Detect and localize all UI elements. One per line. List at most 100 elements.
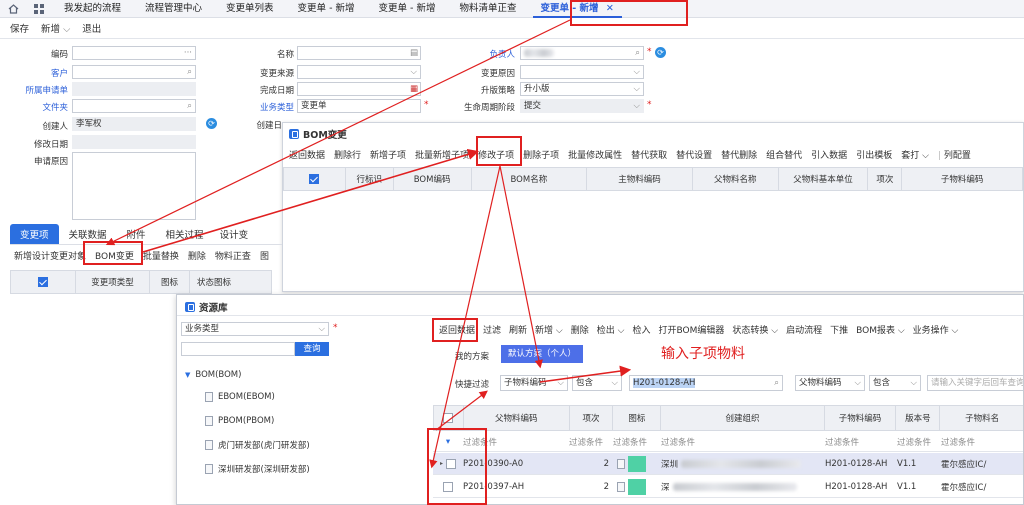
tree-item-humen[interactable]: 虎门研发部(虎门研发部)	[205, 435, 310, 455]
tab-my-processes[interactable]: 我发起的流程	[52, 0, 133, 18]
tab-change-new-2[interactable]: 变更单 - 新增	[367, 0, 448, 18]
bom-btn-modify-child[interactable]: 修改子项	[478, 148, 514, 161]
table-row[interactable]: P201-0397-AH 2 深 H201-0128-AH V1.1 霍尔感应I…	[433, 476, 1023, 498]
exit-button[interactable]: 退出	[82, 21, 101, 35]
bom-btn-delete-child[interactable]: 删除子项	[523, 148, 559, 161]
bom-btn-combo-sub[interactable]: 组合替代	[766, 148, 802, 161]
tree-search-input[interactable]	[181, 342, 295, 356]
tab-change-new-1[interactable]: 变更单 - 新增	[286, 0, 367, 18]
close-icon[interactable]: ✕	[606, 3, 614, 14]
source-select[interactable]: ⌵	[297, 65, 421, 79]
checkbox-icon[interactable]	[443, 413, 454, 423]
new-button[interactable]: 新增 ⌵	[41, 21, 70, 35]
bom-btn-delete-row[interactable]: 删除行	[334, 148, 361, 161]
res-btn-open-editor[interactable]: 打开BOM编辑器	[658, 323, 724, 336]
reason-textarea[interactable]	[72, 152, 196, 220]
folder-input[interactable]: ⌕	[72, 99, 196, 113]
row-select[interactable]	[433, 481, 463, 492]
filter-op1-select[interactable]: 包含 ⌵	[572, 375, 622, 391]
save-button[interactable]: 保存	[10, 21, 29, 35]
tab-bom-query[interactable]: 物料清单正查	[447, 0, 528, 18]
finish-date-input[interactable]: ▦	[297, 82, 421, 96]
tab-design-change[interactable]: 设计变	[214, 224, 255, 244]
batch-replace-button[interactable]: 批量替换	[143, 249, 179, 262]
tree-item-ebom[interactable]: EBOM(EBOM)	[205, 387, 275, 407]
filter-funnel-icon[interactable]: ▾	[433, 437, 463, 447]
filter-cell-org[interactable]: 过滤条件	[661, 436, 825, 448]
bom-btn-import[interactable]: 引入数据	[811, 148, 847, 161]
bom-btn-sub-get[interactable]: 替代获取	[631, 148, 667, 161]
tree-root[interactable]: ▼ BOM(BOM)	[185, 365, 241, 385]
row-select[interactable]: ▸	[433, 458, 463, 469]
tab-related-process[interactable]: 相关过程	[156, 224, 214, 244]
res-btn-report[interactable]: BOM报表 ⌵	[856, 323, 905, 336]
checkbox-checked-icon[interactable]	[309, 174, 320, 184]
tab-change-list[interactable]: 变更单列表	[214, 0, 286, 18]
res-btn-return[interactable]: 返回数据	[439, 323, 475, 336]
filter-cell-ver[interactable]: 过滤条件	[897, 436, 941, 448]
refresh-icon[interactable]: ⟳	[655, 47, 666, 58]
home-icon[interactable]	[0, 3, 26, 14]
res-btn-push[interactable]: 下推	[830, 323, 848, 336]
filter-value2-input[interactable]: 请输入关键字后回车查询	[927, 375, 1023, 391]
search-icon[interactable]: ⌕	[774, 376, 782, 390]
figure-button[interactable]: 图	[260, 249, 269, 262]
res-btn-new[interactable]: 新增 ⌵	[535, 323, 563, 336]
filter-cell-name[interactable]: 过滤条件	[941, 436, 1023, 448]
res-btn-checkout[interactable]: 检出 ⌵	[597, 323, 625, 336]
res-btn-biz-op[interactable]: 业务操作 ⌵	[913, 323, 959, 336]
refresh-icon[interactable]: ⟳	[206, 118, 217, 129]
filter-field1-select[interactable]: 子物料编码 ⌵	[500, 375, 568, 391]
tab-change-items[interactable]: 变更项	[10, 224, 59, 244]
bom-btn-export-tpl[interactable]: 引出模板	[856, 148, 892, 161]
tree-item-pbom[interactable]: PBOM(PBOM)	[205, 411, 274, 431]
bom-btn-sub-set[interactable]: 替代设置	[676, 148, 712, 161]
filter-cell-parent[interactable]: 过滤条件	[463, 436, 569, 448]
bom-btn-print[interactable]: 套打 ⌵	[901, 148, 929, 161]
apps-grid-icon[interactable]	[26, 3, 52, 14]
filter-cell-seq[interactable]: 过滤条件	[569, 436, 613, 448]
biz-type-input[interactable]: 变更单	[297, 99, 421, 113]
material-query-button[interactable]: 物料正查	[215, 249, 251, 262]
ellipsis-icon[interactable]: ···	[184, 47, 195, 59]
filter-cell-child[interactable]: 过滤条件	[825, 436, 897, 448]
query-button[interactable]: 查询	[295, 342, 329, 356]
res-btn-start-flow[interactable]: 启动流程	[786, 323, 822, 336]
upgrade-select[interactable]: 升小版 ⌵	[520, 82, 644, 96]
search-icon[interactable]: ⌕	[187, 66, 195, 78]
bom-btn-return[interactable]: 返回数据	[289, 148, 325, 161]
bom-btn-add-child[interactable]: 新增子项	[370, 148, 406, 161]
bom-btn-sub-delete[interactable]: 替代删除	[721, 148, 757, 161]
filter-field2-select[interactable]: 父物料编码 ⌵	[795, 375, 865, 391]
calendar-icon[interactable]: ▦	[410, 83, 420, 95]
tab-change-new-active[interactable]: 变更单 - 新增 ✕	[529, 0, 626, 18]
customer-input[interactable]: ⌕	[72, 65, 196, 79]
res-btn-state[interactable]: 状态转换 ⌵	[732, 323, 778, 336]
table-row[interactable]: ▸ P201-0390-A0 2 深圳 H201-0128-AH V1.1 霍尔…	[433, 453, 1023, 475]
code-input[interactable]: ···	[72, 46, 196, 60]
caret-down-icon[interactable]: ▼	[185, 371, 190, 379]
filter-op2-select[interactable]: 包含 ⌵	[869, 375, 921, 391]
res-btn-delete[interactable]: 删除	[571, 323, 589, 336]
res-btn-refresh[interactable]: 刷新	[509, 323, 527, 336]
biz-type-filter-select[interactable]: 业务类型 ⌵	[181, 322, 329, 336]
checkbox-icon[interactable]	[446, 458, 456, 469]
add-design-change-button[interactable]: 新增设计变更对象	[14, 249, 86, 262]
bom-btn-batch-add[interactable]: 批量新增子项	[415, 148, 469, 161]
change-reason-select[interactable]: ⌵	[520, 65, 644, 79]
bom-change-button[interactable]: BOM变更	[95, 249, 134, 262]
checkbox-icon[interactable]	[443, 481, 453, 492]
res-btn-filter[interactable]: 过滤	[483, 323, 501, 336]
filter-cell-icon[interactable]: 过滤条件	[613, 436, 661, 448]
bom-btn-batch-modify[interactable]: 批量修改属性	[568, 148, 622, 161]
bottom-select-all[interactable]	[11, 271, 76, 293]
delete-button[interactable]: 删除	[188, 249, 206, 262]
filter-value1-input[interactable]: H201-0128-AH ⌕	[629, 375, 783, 391]
search-icon[interactable]: ⌕	[187, 100, 195, 112]
owner-input[interactable]: ⌕	[520, 46, 644, 60]
name-input[interactable]: ▤	[297, 46, 421, 60]
checkbox-checked-icon[interactable]	[38, 277, 48, 287]
tab-process-center[interactable]: 流程管理中心	[133, 0, 214, 18]
default-plan-button[interactable]: 默认方案（个人）	[501, 345, 583, 363]
search-icon[interactable]: ⌕	[635, 47, 643, 59]
